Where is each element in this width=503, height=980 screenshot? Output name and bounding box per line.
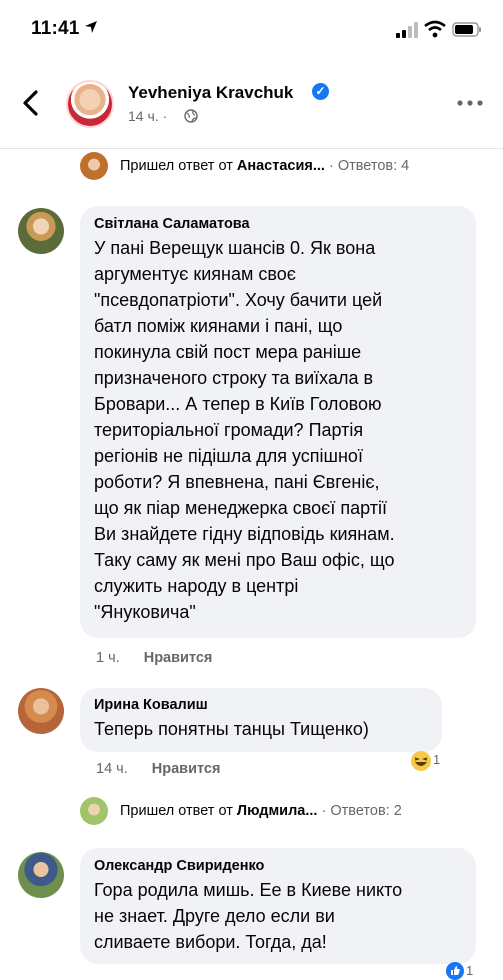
verified-badge-icon: ✓	[312, 83, 329, 100]
comment-meta: 1 ч. Нравится	[96, 650, 212, 666]
commenter-avatar[interactable]	[18, 208, 64, 254]
cellular-signal-icon	[396, 22, 418, 38]
view-replies-link[interactable]: Пришел ответ от Людмила... · Ответов: 2	[120, 803, 402, 829]
reply-author: Анастасия...	[236, 158, 325, 174]
reply-avatar	[80, 152, 108, 180]
reply-count: · Ответов: 4	[324, 158, 410, 174]
laughing-emoji-icon[interactable]	[410, 750, 432, 772]
more-options-icon[interactable]	[457, 100, 483, 106]
profile-avatar[interactable]	[66, 80, 114, 128]
header-divider	[0, 148, 503, 149]
comment-text: У пані Верещук шансів 0. Як вона аргумен…	[94, 238, 395, 622]
reaction-count: 1	[466, 963, 474, 978]
commenter-avatar[interactable]	[18, 852, 64, 898]
comment-bubble: Олександр Свириденко Гора родила мишь. Е…	[80, 848, 476, 964]
comment-author[interactable]: Олександр Свириденко	[94, 858, 462, 874]
reaction-count: 1	[433, 752, 441, 767]
comment-author[interactable]: Ирина Ковалиш	[94, 697, 428, 713]
like-reaction-icon[interactable]	[446, 962, 464, 980]
wifi-icon	[424, 20, 446, 38]
reply-prefix: Пришел ответ от	[120, 803, 237, 819]
reply-count: · Ответов: 2	[317, 803, 402, 819]
commenter-avatar[interactable]	[18, 688, 64, 734]
like-button[interactable]: Нравится	[152, 761, 221, 777]
comment-author[interactable]: Світлана Саламатова	[94, 216, 462, 232]
comment-meta: 14 ч. Нравится	[96, 761, 220, 777]
like-button[interactable]: Нравится	[144, 650, 213, 666]
comment-bubble: Світлана Саламатова У пані Верещук шансі…	[80, 206, 476, 638]
back-arrow-icon[interactable]	[20, 90, 42, 116]
globe-icon	[184, 109, 198, 123]
status-time: 11:41	[31, 18, 80, 39]
comment-time: 14 ч.	[96, 761, 128, 777]
profile-name[interactable]: Yevheniya Kravchuk	[128, 83, 293, 103]
location-arrow-icon	[85, 21, 97, 33]
comment-bubble: Ирина Ковалиш Теперь понятны танцы Тищен…	[80, 688, 442, 752]
comment-time: 1 ч.	[96, 650, 120, 666]
comment-text: Гора родила мишь. Ее в Киеве никто не зн…	[94, 880, 403, 952]
post-time: 14 ч. ·	[128, 108, 168, 124]
reply-prefix: Пришел ответ от	[120, 158, 237, 174]
view-replies-link[interactable]: Пришел ответ от Анастасия... · Ответов: …	[120, 158, 409, 184]
battery-icon	[452, 22, 481, 37]
comment-text: Теперь понятны танцы Тищенко)	[94, 719, 369, 739]
reply-author: Людмила...	[236, 803, 318, 819]
reply-avatar	[80, 797, 108, 825]
